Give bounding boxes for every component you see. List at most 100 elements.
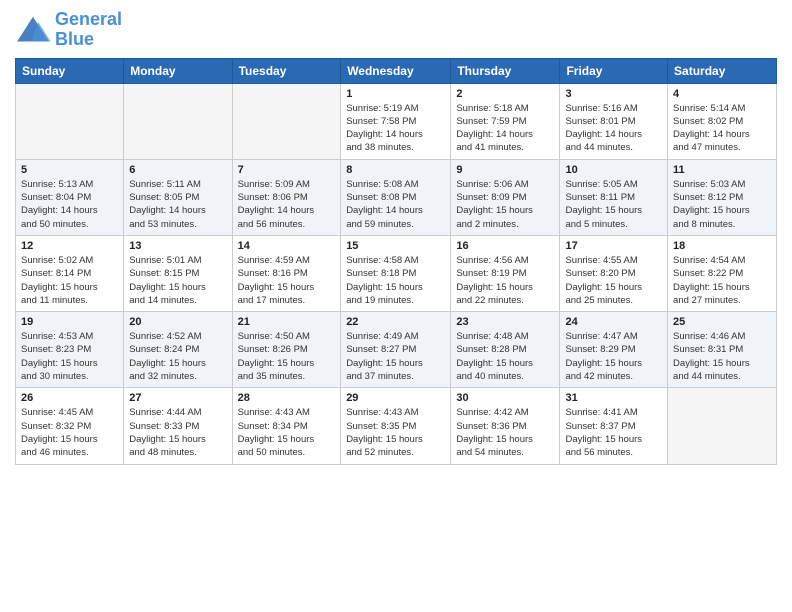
day-info: Sunrise: 4:41 AM Sunset: 8:37 PM Dayligh…	[565, 406, 662, 459]
logo-icon	[15, 15, 51, 45]
weekday-header-thursday: Thursday	[451, 58, 560, 83]
day-number: 25	[673, 316, 771, 328]
day-info: Sunrise: 5:11 AM Sunset: 8:05 PM Dayligh…	[129, 178, 226, 231]
page: General Blue SundayMondayTuesdayWednesda…	[0, 0, 792, 475]
day-number: 10	[565, 164, 662, 176]
day-number: 3	[565, 88, 662, 100]
day-info: Sunrise: 4:45 AM Sunset: 8:32 PM Dayligh…	[21, 406, 118, 459]
day-info: Sunrise: 4:56 AM Sunset: 8:19 PM Dayligh…	[456, 254, 554, 307]
day-number: 21	[238, 316, 336, 328]
calendar-day-8: 8 Sunrise: 5:08 AM Sunset: 8:08 PM Daylig…	[341, 159, 451, 235]
day-info: Sunrise: 5:13 AM Sunset: 8:04 PM Dayligh…	[21, 178, 118, 231]
day-number: 6	[129, 164, 226, 176]
day-number: 9	[456, 164, 554, 176]
calendar-day-31: 31 Sunrise: 4:41 AM Sunset: 8:37 PM Dayli…	[560, 388, 668, 464]
day-info: Sunrise: 4:47 AM Sunset: 8:29 PM Dayligh…	[565, 330, 662, 383]
day-number: 1	[346, 88, 445, 100]
day-number: 13	[129, 240, 226, 252]
day-number: 18	[673, 240, 771, 252]
day-info: Sunrise: 4:46 AM Sunset: 8:31 PM Dayligh…	[673, 330, 771, 383]
day-number: 28	[238, 392, 336, 404]
calendar-day-28: 28 Sunrise: 4:43 AM Sunset: 8:34 PM Dayli…	[232, 388, 341, 464]
day-info: Sunrise: 4:50 AM Sunset: 8:26 PM Dayligh…	[238, 330, 336, 383]
day-info: Sunrise: 4:54 AM Sunset: 8:22 PM Dayligh…	[673, 254, 771, 307]
calendar-day-9: 9 Sunrise: 5:06 AM Sunset: 8:09 PM Daylig…	[451, 159, 560, 235]
day-number: 26	[21, 392, 118, 404]
calendar-empty-cell	[668, 388, 777, 464]
calendar-day-11: 11 Sunrise: 5:03 AM Sunset: 8:12 PM Dayli…	[668, 159, 777, 235]
calendar-week-row: 26 Sunrise: 4:45 AM Sunset: 8:32 PM Dayli…	[16, 388, 777, 464]
calendar-empty-cell	[16, 83, 124, 159]
day-number: 7	[238, 164, 336, 176]
calendar-week-row: 5Sunrise: 5:13 AM Sunset: 8:04 PM Daylig…	[16, 159, 777, 235]
calendar-day-30: 30 Sunrise: 4:42 AM Sunset: 8:36 PM Dayli…	[451, 388, 560, 464]
calendar-day-23: 23 Sunrise: 4:48 AM Sunset: 8:28 PM Dayli…	[451, 312, 560, 388]
logo-text: General Blue	[55, 10, 122, 50]
calendar-day-2: 2 Sunrise: 5:18 AM Sunset: 7:59 PM Daylig…	[451, 83, 560, 159]
day-number: 30	[456, 392, 554, 404]
calendar-empty-cell	[124, 83, 232, 159]
calendar-day-22: 22Sunrise: 4:49 AM Sunset: 8:27 PM Dayli…	[341, 312, 451, 388]
day-number: 11	[673, 164, 771, 176]
calendar-day-19: 19Sunrise: 4:53 AM Sunset: 8:23 PM Dayli…	[16, 312, 124, 388]
day-number: 8	[346, 164, 445, 176]
day-number: 17	[565, 240, 662, 252]
calendar-week-row: 19Sunrise: 4:53 AM Sunset: 8:23 PM Dayli…	[16, 312, 777, 388]
calendar-day-5: 5Sunrise: 5:13 AM Sunset: 8:04 PM Daylig…	[16, 159, 124, 235]
day-info: Sunrise: 4:44 AM Sunset: 8:33 PM Dayligh…	[129, 406, 226, 459]
day-number: 23	[456, 316, 554, 328]
calendar-day-25: 25 Sunrise: 4:46 AM Sunset: 8:31 PM Dayli…	[668, 312, 777, 388]
calendar-week-row: 12Sunrise: 5:02 AM Sunset: 8:14 PM Dayli…	[16, 235, 777, 311]
day-info: Sunrise: 5:03 AM Sunset: 8:12 PM Dayligh…	[673, 178, 771, 231]
day-number: 12	[21, 240, 118, 252]
day-info: Sunrise: 5:16 AM Sunset: 8:01 PM Dayligh…	[565, 102, 662, 155]
calendar-day-27: 27Sunrise: 4:44 AM Sunset: 8:33 PM Dayli…	[124, 388, 232, 464]
calendar-table: SundayMondayTuesdayWednesdayThursdayFrid…	[15, 58, 777, 465]
calendar-empty-cell	[232, 83, 341, 159]
day-info: Sunrise: 4:42 AM Sunset: 8:36 PM Dayligh…	[456, 406, 554, 459]
weekday-header-friday: Friday	[560, 58, 668, 83]
calendar-day-29: 29Sunrise: 4:43 AM Sunset: 8:35 PM Dayli…	[341, 388, 451, 464]
weekday-header-monday: Monday	[124, 58, 232, 83]
day-info: Sunrise: 5:08 AM Sunset: 8:08 PM Dayligh…	[346, 178, 445, 231]
calendar-day-21: 21 Sunrise: 4:50 AM Sunset: 8:26 PM Dayli…	[232, 312, 341, 388]
day-number: 14	[238, 240, 336, 252]
day-number: 4	[673, 88, 771, 100]
day-info: Sunrise: 4:52 AM Sunset: 8:24 PM Dayligh…	[129, 330, 226, 383]
day-number: 31	[565, 392, 662, 404]
calendar-day-15: 15Sunrise: 4:58 AM Sunset: 8:18 PM Dayli…	[341, 235, 451, 311]
day-number: 16	[456, 240, 554, 252]
weekday-header-sunday: Sunday	[16, 58, 124, 83]
day-info: Sunrise: 4:55 AM Sunset: 8:20 PM Dayligh…	[565, 254, 662, 307]
calendar-day-1: 1 Sunrise: 5:19 AM Sunset: 7:58 PM Daylig…	[341, 83, 451, 159]
calendar-day-12: 12Sunrise: 5:02 AM Sunset: 8:14 PM Dayli…	[16, 235, 124, 311]
day-info: Sunrise: 5:19 AM Sunset: 7:58 PM Dayligh…	[346, 102, 445, 155]
calendar-day-7: 7 Sunrise: 5:09 AM Sunset: 8:06 PM Daylig…	[232, 159, 341, 235]
day-info: Sunrise: 5:18 AM Sunset: 7:59 PM Dayligh…	[456, 102, 554, 155]
day-info: Sunrise: 5:09 AM Sunset: 8:06 PM Dayligh…	[238, 178, 336, 231]
day-number: 15	[346, 240, 445, 252]
calendar-week-row: 1 Sunrise: 5:19 AM Sunset: 7:58 PM Daylig…	[16, 83, 777, 159]
header: General Blue	[15, 10, 777, 50]
day-info: Sunrise: 5:01 AM Sunset: 8:15 PM Dayligh…	[129, 254, 226, 307]
day-info: Sunrise: 5:06 AM Sunset: 8:09 PM Dayligh…	[456, 178, 554, 231]
day-number: 24	[565, 316, 662, 328]
logo: General Blue	[15, 10, 122, 50]
calendar-day-3: 3 Sunrise: 5:16 AM Sunset: 8:01 PM Daylig…	[560, 83, 668, 159]
day-number: 29	[346, 392, 445, 404]
day-info: Sunrise: 4:43 AM Sunset: 8:34 PM Dayligh…	[238, 406, 336, 459]
calendar-day-20: 20Sunrise: 4:52 AM Sunset: 8:24 PM Dayli…	[124, 312, 232, 388]
day-info: Sunrise: 4:59 AM Sunset: 8:16 PM Dayligh…	[238, 254, 336, 307]
calendar-day-17: 17 Sunrise: 4:55 AM Sunset: 8:20 PM Dayli…	[560, 235, 668, 311]
day-number: 2	[456, 88, 554, 100]
weekday-header-tuesday: Tuesday	[232, 58, 341, 83]
calendar-day-16: 16 Sunrise: 4:56 AM Sunset: 8:19 PM Dayli…	[451, 235, 560, 311]
calendar-day-18: 18 Sunrise: 4:54 AM Sunset: 8:22 PM Dayli…	[668, 235, 777, 311]
day-info: Sunrise: 4:53 AM Sunset: 8:23 PM Dayligh…	[21, 330, 118, 383]
calendar-day-13: 13 Sunrise: 5:01 AM Sunset: 8:15 PM Dayli…	[124, 235, 232, 311]
weekday-header-saturday: Saturday	[668, 58, 777, 83]
calendar-day-6: 6 Sunrise: 5:11 AM Sunset: 8:05 PM Daylig…	[124, 159, 232, 235]
weekday-header-wednesday: Wednesday	[341, 58, 451, 83]
day-info: Sunrise: 4:48 AM Sunset: 8:28 PM Dayligh…	[456, 330, 554, 383]
calendar-day-10: 10Sunrise: 5:05 AM Sunset: 8:11 PM Dayli…	[560, 159, 668, 235]
